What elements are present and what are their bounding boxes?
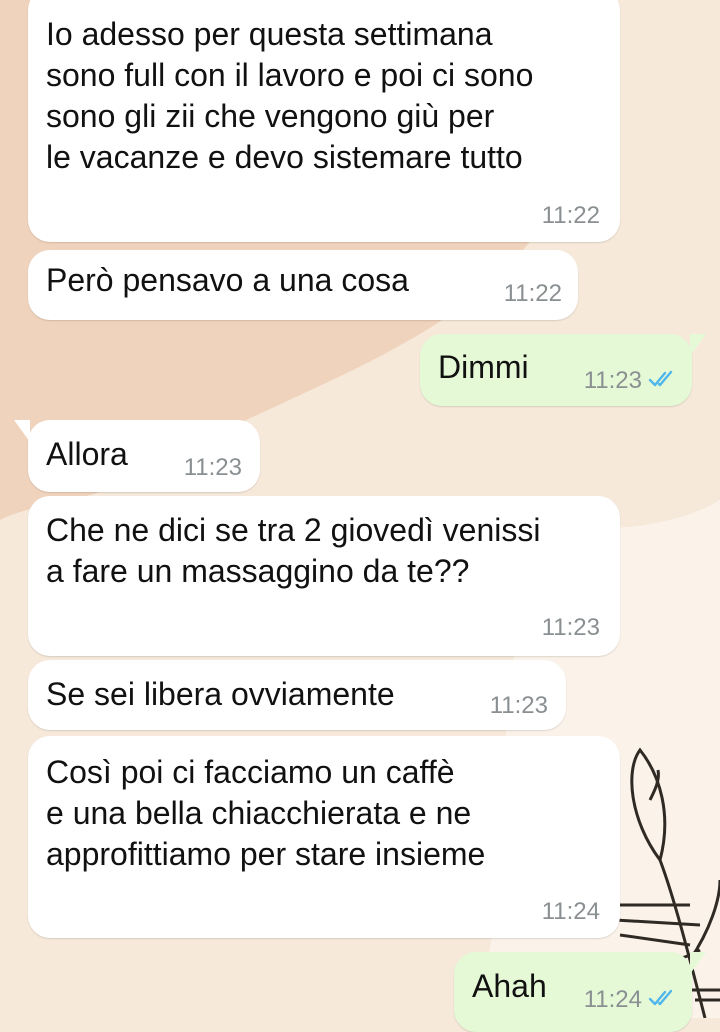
message-text-line: Però pensavo a una cosa bbox=[46, 262, 409, 298]
message-text-line: le vacanze e devo sistemare tutto bbox=[46, 139, 523, 175]
message-text-line: Se sei libera ovviamente bbox=[46, 676, 395, 712]
message-bubble-incoming[interactable]: Che ne dici se tra 2 giovedì venissi a f… bbox=[28, 496, 620, 656]
message-text-line: Ahah bbox=[472, 968, 547, 1004]
message-timestamp: 11:23 bbox=[584, 367, 678, 395]
message-timestamp: 11:22 bbox=[503, 280, 562, 307]
message-timestamp: 11:24 bbox=[541, 898, 600, 925]
double-check-icon bbox=[648, 370, 673, 387]
message-timestamp: 11:23 bbox=[489, 692, 548, 719]
message-bubble-incoming[interactable]: Allora 11:23 bbox=[14, 420, 260, 492]
message-timestamp: 11:23 bbox=[541, 614, 600, 641]
message-time: 11:23 bbox=[583, 367, 642, 394]
message-timestamp: 11:22 bbox=[541, 202, 600, 229]
message-bubble-incoming[interactable]: Se sei libera ovviamente 11:23 bbox=[28, 660, 566, 730]
message-text-line: sono full con il lavoro e poi ci sono bbox=[46, 57, 534, 93]
message-text-line: Così poi ci facciamo un caffè bbox=[46, 754, 455, 790]
message-bubble-incoming[interactable]: Io adesso per questa settimana sono full… bbox=[28, 0, 620, 242]
message-time: 11:24 bbox=[583, 986, 642, 1013]
message-timestamp: 11:24 bbox=[584, 986, 678, 1014]
message-timestamp: 11:23 bbox=[183, 454, 242, 481]
message-list[interactable]: Io adesso per questa settimana sono full… bbox=[0, 0, 720, 1032]
message-text-line: a fare un massaggino da te?? bbox=[46, 553, 470, 589]
message-bubble-outgoing[interactable]: Dimmi 11:23 bbox=[420, 334, 706, 406]
message-text-line: Che ne dici se tra 2 giovedì venissi bbox=[46, 512, 541, 548]
message-bubble-incoming[interactable]: Così poi ci facciamo un caffè e una bell… bbox=[28, 736, 620, 938]
double-check-icon bbox=[648, 989, 673, 1006]
bubble-tail bbox=[690, 334, 706, 356]
message-bubble-incoming[interactable]: Però pensavo a una cosa 11:22 bbox=[28, 250, 578, 320]
message-text-line: sono gli zii che vengono giù per bbox=[46, 98, 495, 134]
bubble-tail bbox=[690, 952, 706, 974]
message-text-line: Allora bbox=[46, 436, 128, 472]
message-bubble-outgoing[interactable]: Ahah 11:24 bbox=[454, 952, 706, 1032]
message-text-line: Dimmi bbox=[438, 349, 529, 385]
bubble-tail bbox=[14, 420, 30, 442]
message-text-line: e una bella chiacchierata e ne bbox=[46, 795, 472, 831]
message-text-line: Io adesso per questa settimana bbox=[46, 16, 493, 52]
message-text-line: approfittiamo per stare insieme bbox=[46, 836, 486, 872]
